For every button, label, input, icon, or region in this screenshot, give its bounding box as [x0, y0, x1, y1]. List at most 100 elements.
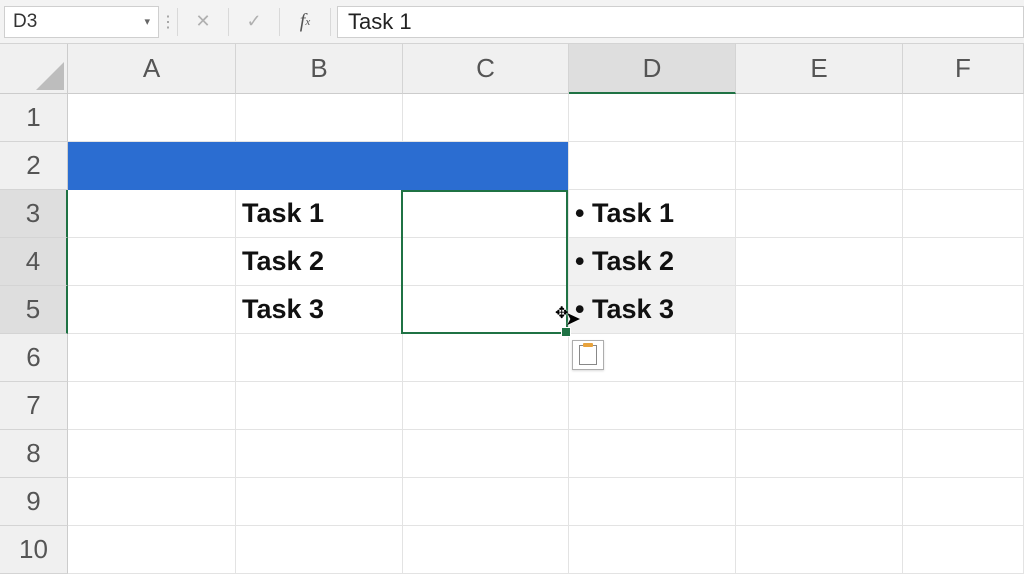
row-header-4[interactable]: 4: [0, 238, 68, 286]
cell-D2[interactable]: [569, 142, 736, 190]
cell-C9[interactable]: [403, 478, 569, 526]
table-row: [68, 94, 1024, 142]
cell-D10[interactable]: [569, 526, 736, 574]
select-all-corner[interactable]: [0, 44, 68, 94]
grid-body: 1 2 3 4 5 6 7 8 9 10: [0, 94, 1024, 574]
spreadsheet-grid: A B C D E F 1 2 3 4 5 6 7 8 9 10: [0, 44, 1024, 574]
cell-D8[interactable]: [569, 430, 736, 478]
row-header-8[interactable]: 8: [0, 430, 68, 478]
cell-E2[interactable]: [736, 142, 903, 190]
table-row: [68, 430, 1024, 478]
cell-A8[interactable]: [68, 430, 236, 478]
table-row: Task 1 • Task 1: [68, 190, 1024, 238]
cell-F5[interactable]: [903, 286, 1024, 334]
cell-C7[interactable]: [403, 382, 569, 430]
cell-F3[interactable]: [903, 190, 1024, 238]
table-row: [68, 382, 1024, 430]
table-row: Task 2 • Task 2: [68, 238, 1024, 286]
cell-B10[interactable]: [236, 526, 403, 574]
formula-value: Task 1: [348, 9, 412, 35]
cell-B1[interactable]: [236, 94, 403, 142]
cell-B8[interactable]: [236, 430, 403, 478]
insert-function-button[interactable]: fx: [280, 6, 330, 38]
cell-F4[interactable]: [903, 238, 1024, 286]
cell-C1[interactable]: [403, 94, 569, 142]
cell-E10[interactable]: [736, 526, 903, 574]
cell-E8[interactable]: [736, 430, 903, 478]
row-header-7[interactable]: 7: [0, 382, 68, 430]
separator: [330, 8, 331, 36]
cell-F8[interactable]: [903, 430, 1024, 478]
cell-A6[interactable]: [68, 334, 236, 382]
table-row: Task 3 • Task 3: [68, 286, 1024, 334]
chevron-down-icon[interactable]: ▾: [144, 15, 150, 28]
cell-C10[interactable]: [403, 526, 569, 574]
cell-D1[interactable]: [569, 94, 736, 142]
formula-input[interactable]: Task 1: [337, 6, 1024, 38]
col-header-C[interactable]: C: [403, 44, 569, 94]
cell-C8[interactable]: [403, 430, 569, 478]
cell-A10[interactable]: [68, 526, 236, 574]
cell-F6[interactable]: [903, 334, 1024, 382]
cell-C4[interactable]: [403, 238, 569, 286]
col-header-A[interactable]: A: [68, 44, 236, 94]
row-headers: 1 2 3 4 5 6 7 8 9 10: [0, 94, 68, 574]
cell-F2[interactable]: [903, 142, 1024, 190]
merged-header-cell[interactable]: [68, 142, 568, 190]
cell-D3[interactable]: • Task 1: [569, 190, 736, 238]
cell-A3[interactable]: [68, 190, 236, 238]
cell-E1[interactable]: [736, 94, 903, 142]
cell-B5[interactable]: Task 3: [236, 286, 403, 334]
cell-E6[interactable]: [736, 334, 903, 382]
cell-B4[interactable]: Task 2: [236, 238, 403, 286]
cell-B3[interactable]: Task 1: [236, 190, 403, 238]
cell-A7[interactable]: [68, 382, 236, 430]
col-header-B[interactable]: B: [236, 44, 403, 94]
cell-B7[interactable]: [236, 382, 403, 430]
column-headers: A B C D E F: [0, 44, 1024, 94]
name-box[interactable]: D3 ▾: [4, 6, 159, 38]
row-header-2[interactable]: 2: [0, 142, 68, 190]
col-header-D[interactable]: D: [569, 44, 736, 94]
cell-E3[interactable]: [736, 190, 903, 238]
row-header-3[interactable]: 3: [0, 190, 68, 238]
cell-F9[interactable]: [903, 478, 1024, 526]
col-header-E[interactable]: E: [736, 44, 903, 94]
cell-E5[interactable]: [736, 286, 903, 334]
col-header-F[interactable]: F: [903, 44, 1024, 94]
table-row: [68, 478, 1024, 526]
cancel-button[interactable]: ✕: [178, 6, 228, 38]
cell-B6[interactable]: [236, 334, 403, 382]
paste-options-button[interactable]: [572, 340, 604, 370]
name-box-value: D3: [13, 11, 37, 33]
row-header-9[interactable]: 9: [0, 478, 68, 526]
cell-A5[interactable]: [68, 286, 236, 334]
clipboard-icon: [579, 345, 597, 365]
formula-bar: D3 ▾ ⋮ ✕ ✓ fx Task 1: [0, 0, 1024, 44]
cell-F7[interactable]: [903, 382, 1024, 430]
row-header-1[interactable]: 1: [0, 94, 68, 142]
row-header-10[interactable]: 10: [0, 526, 68, 574]
cell-D9[interactable]: [569, 478, 736, 526]
cell-A4[interactable]: [68, 238, 236, 286]
cells-area[interactable]: Task 1 • Task 1 Task 2 • Task 2 Task 3: [68, 94, 1024, 574]
cell-E4[interactable]: [736, 238, 903, 286]
cell-D4[interactable]: • Task 2: [569, 238, 736, 286]
cell-E9[interactable]: [736, 478, 903, 526]
cell-C6[interactable]: [403, 334, 569, 382]
divider-dots-icon: ⋮: [159, 12, 177, 32]
cell-C3[interactable]: [403, 190, 569, 238]
cell-C5[interactable]: [403, 286, 569, 334]
cell-D5[interactable]: • Task 3: [569, 286, 736, 334]
table-row: [68, 334, 1024, 382]
enter-button[interactable]: ✓: [229, 6, 279, 38]
cell-F10[interactable]: [903, 526, 1024, 574]
cell-E7[interactable]: [736, 382, 903, 430]
cell-A9[interactable]: [68, 478, 236, 526]
cell-D7[interactable]: [569, 382, 736, 430]
cell-B9[interactable]: [236, 478, 403, 526]
cell-F1[interactable]: [903, 94, 1024, 142]
cell-A1[interactable]: [68, 94, 236, 142]
row-header-5[interactable]: 5: [0, 286, 68, 334]
row-header-6[interactable]: 6: [0, 334, 68, 382]
